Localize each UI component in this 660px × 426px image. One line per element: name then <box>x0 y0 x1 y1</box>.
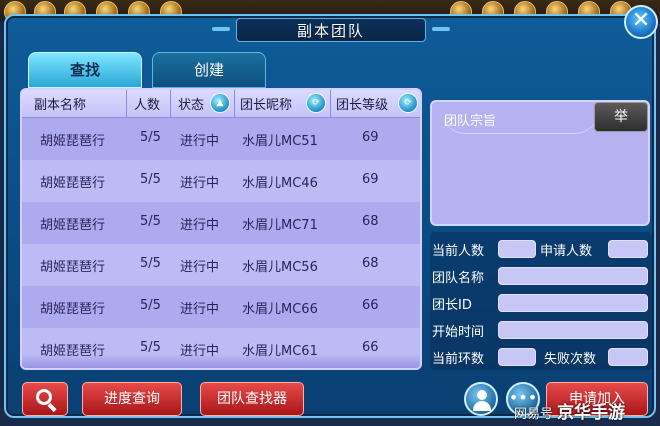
cell-dungeon-name: 胡姬琵琶行 <box>40 218 106 233</box>
progress-query-button[interactable]: 进度查询 <box>82 382 182 416</box>
cell-status: 进行中 <box>180 176 220 191</box>
cell-leader-name: 水眉儿MC46 <box>242 176 318 191</box>
column-divider <box>330 90 331 118</box>
column-divider <box>126 90 127 118</box>
tab-create[interactable]: 创建 <box>152 52 266 88</box>
tab-find[interactable]: 查找 <box>28 52 142 88</box>
cell-leader-level: 66 <box>362 298 379 313</box>
column-header-leader-level: 团长等级 <box>336 98 389 113</box>
current-round-label: 当前环数 <box>432 352 485 367</box>
window-title: 副本团队 <box>296 22 365 40</box>
cell-leader-name: 水眉儿MC56 <box>242 260 318 275</box>
start-time-field <box>498 321 648 339</box>
table-row[interactable]: 胡姬琵琶行 5/5 进行中 水眉儿MC66 66 <box>22 286 420 328</box>
close-icon: ✕ <box>631 8 651 33</box>
cell-members: 5/5 <box>140 214 161 229</box>
search-button[interactable] <box>22 382 68 416</box>
sort-status-button[interactable]: ▲ <box>210 93 230 113</box>
cell-status: 进行中 <box>180 260 220 275</box>
cell-leader-level: 68 <box>362 256 379 271</box>
close-button[interactable]: ✕ <box>624 5 658 39</box>
scroll-fade <box>22 354 420 368</box>
table-row[interactable]: 胡姬琵琶行 5/5 进行中 水眉儿MC51 69 <box>22 118 420 160</box>
cell-status: 进行中 <box>180 218 220 233</box>
sort-leader-name-button[interactable]: ⟳ <box>306 93 326 113</box>
column-header-dungeon-name: 副本名称 <box>34 98 87 113</box>
column-divider <box>170 90 171 118</box>
watermark-source: 网易号 <box>514 407 554 422</box>
table-row[interactable]: 胡姬琵琶行 5/5 进行中 水眉儿MC46 69 <box>22 160 420 202</box>
cell-members: 5/5 <box>140 256 161 271</box>
watermark-brand: 京华手游 <box>557 403 626 423</box>
current-members-label: 当前人数 <box>432 244 485 259</box>
failures-field <box>608 348 648 366</box>
title-ornament <box>432 27 450 31</box>
search-icon-handle <box>47 402 57 413</box>
profile-button[interactable] <box>464 382 498 416</box>
current-round-field <box>498 348 536 366</box>
table-row[interactable]: 胡姬琵琶行 5/5 进行中 水眉儿MC56 68 <box>22 244 420 286</box>
report-button[interactable]: 举 <box>594 102 648 132</box>
cell-leader-level: 69 <box>362 172 379 187</box>
column-header-status: 状态 <box>178 98 205 113</box>
person-icon <box>477 390 487 400</box>
team-name-label: 团队名称 <box>432 271 485 286</box>
team-list-table: 副本名称 人数 状态 ▲ 团长昵称 ⟳ 团长等级 ⟳ 胡姬琵琶行 5/5 进行中… <box>20 88 422 370</box>
cell-leader-name: 水眉儿MC51 <box>242 134 318 149</box>
cell-members: 5/5 <box>140 340 161 355</box>
title-bar: 副本团队 <box>6 16 654 46</box>
leader-id-label: 团长ID <box>432 298 472 313</box>
team-dungeon-window: 副本团队 查找 创建 副本名称 人数 状态 ▲ 团长昵称 ⟳ 团长等级 ⟳ 胡姬… <box>4 14 656 418</box>
team-finder-button[interactable]: 团队查找器 <box>200 382 304 416</box>
cell-leader-name: 水眉儿MC71 <box>242 218 318 233</box>
failures-label: 失败次数 <box>544 352 597 367</box>
cell-status: 进行中 <box>180 302 220 317</box>
cell-dungeon-name: 胡姬琵琶行 <box>40 260 106 275</box>
table-row[interactable]: 胡姬琵琶行 5/5 进行中 水眉儿MC71 68 <box>22 202 420 244</box>
cell-status: 进行中 <box>180 134 220 149</box>
cell-members: 5/5 <box>140 298 161 313</box>
cell-leader-level: 69 <box>362 130 379 145</box>
watermark: 网易号 京华手游 <box>514 398 625 423</box>
cell-leader-level: 68 <box>362 214 379 229</box>
column-header-members: 人数 <box>134 98 161 113</box>
leader-id-field <box>498 294 648 312</box>
column-divider <box>234 90 235 118</box>
cell-leader-name: 水眉儿MC66 <box>242 302 318 317</box>
team-purpose-label: 团队宗旨 <box>444 114 497 129</box>
table-header: 副本名称 人数 状态 ▲ 团长昵称 ⟳ 团长等级 ⟳ <box>22 90 420 118</box>
cell-dungeon-name: 胡姬琵琶行 <box>40 302 106 317</box>
cell-members: 5/5 <box>140 130 161 145</box>
team-info-panel: 当前人数 申请人数 团队名称 团长ID 开始时间 当前环数 失败次数 <box>430 232 652 370</box>
cell-dungeon-name: 胡姬琵琶行 <box>40 176 106 191</box>
cell-leader-level: 66 <box>362 340 379 355</box>
current-members-field <box>498 240 536 258</box>
person-icon-body <box>473 401 491 411</box>
column-header-leader-name: 团长昵称 <box>240 98 293 113</box>
start-time-label: 开始时间 <box>432 325 485 340</box>
applicants-field <box>608 240 648 258</box>
cell-members: 5/5 <box>140 172 161 187</box>
sort-leader-level-button[interactable]: ⟳ <box>398 93 418 113</box>
cell-dungeon-name: 胡姬琵琶行 <box>40 134 106 149</box>
team-name-field <box>498 267 648 285</box>
applicants-label: 申请人数 <box>540 244 593 259</box>
title-ornament <box>212 27 230 31</box>
